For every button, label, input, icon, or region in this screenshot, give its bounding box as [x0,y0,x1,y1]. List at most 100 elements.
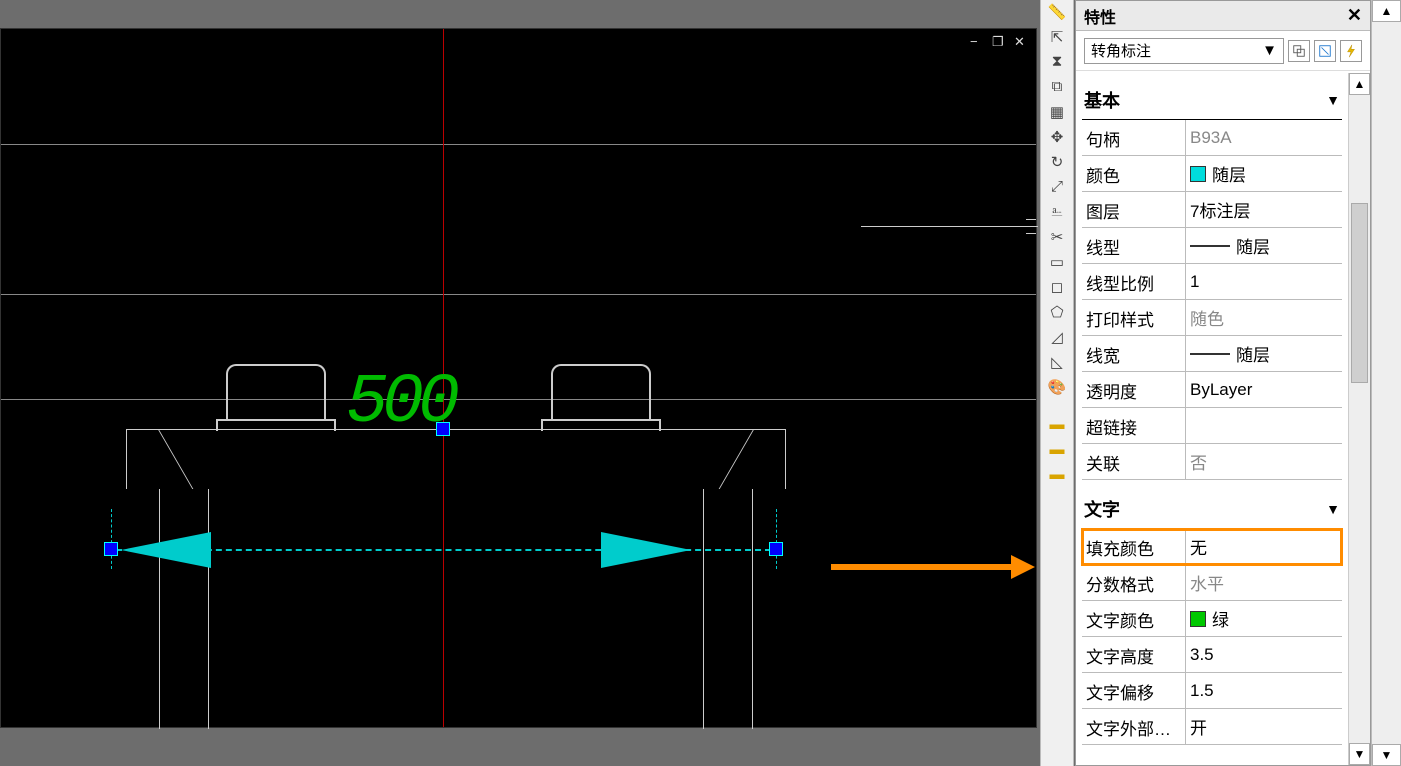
linetype-preview [1190,353,1230,355]
layer3-icon[interactable]: ▬ [1045,466,1069,488]
property-value[interactable]: 随层 [1186,336,1342,371]
property-row[interactable]: 图层7标注层 [1082,192,1342,228]
property-row[interactable]: 打印样式随色 [1082,300,1342,336]
close-button[interactable]: ✕ [1014,35,1028,49]
grip-left[interactable] [104,542,118,556]
property-value[interactable]: ByLayer [1186,372,1342,407]
toggle-pai-button[interactable] [1288,40,1310,62]
lightning-button[interactable] [1340,40,1362,62]
drawing-viewport[interactable]: − ❐ ✕ 500 [0,28,1037,728]
rect-icon[interactable]: ▭ [1045,253,1069,275]
desk-leg-left[interactable] [159,489,209,729]
layer2-icon[interactable]: ▬ [1045,441,1069,463]
property-value[interactable]: 随层 [1186,156,1342,191]
section-header[interactable]: 文字▼ [1082,490,1342,529]
property-key: 线型 [1082,228,1186,263]
property-value[interactable]: 1.5 [1186,673,1342,708]
minimize-button[interactable]: − [970,35,984,49]
dim-extension-left[interactable] [111,509,112,569]
desk-top[interactable] [126,429,786,489]
property-row[interactable]: 文字高度3.5 [1082,637,1342,673]
property-value[interactable]: 随层 [1186,228,1342,263]
property-key: 文字偏移 [1082,673,1186,708]
construction-line[interactable] [1,399,1036,400]
property-row[interactable]: 分数格式水平 [1082,565,1342,601]
properties-scrollbar[interactable]: ▲ ▼ [1348,73,1370,765]
quick-select-button[interactable] [1314,40,1336,62]
outer-scroll-down[interactable]: ▼ [1372,744,1401,766]
tool-column: 📏 ⇱ ⧗ ⧉ ▦ ✥ ↻ ⤢ ⎁ ✂ ▭ ◻ ⬠ ◿ ◺ 🎨 ▬ ▬ ▬ [1040,0,1074,766]
dim-arrow-right[interactable] [601,532,691,568]
property-value-text: 随色 [1190,305,1224,330]
angle2-icon[interactable]: ◺ [1045,353,1069,375]
object-type-value: 转角标注 [1091,40,1151,61]
layer1-icon[interactable]: ▬ [1045,416,1069,438]
scale-icon[interactable]: ⤢ [1045,178,1069,200]
chain-icon[interactable]: ⧉ [1045,78,1069,100]
property-row[interactable]: 填充颜色无 [1082,529,1342,565]
properties-panel: 特性 ✕ 转角标注 ▼ 基本▼句柄B93A颜色随层图层7标注层线型随层线型比例1… [1075,0,1371,766]
construction-line[interactable] [1,144,1036,145]
property-value-text: 3.5 [1190,645,1214,665]
property-key: 打印样式 [1082,300,1186,335]
property-row[interactable]: 超链接 [1082,408,1342,444]
grip-text[interactable] [436,422,450,436]
grid-icon[interactable]: ▦ [1045,103,1069,125]
property-value[interactable]: 开 [1186,709,1342,744]
property-row[interactable]: 文字颜色绿 [1082,601,1342,637]
property-row[interactable]: 线型随层 [1082,228,1342,264]
property-row[interactable]: 线型比例1 [1082,264,1342,300]
property-value[interactable]: 水平 [1186,565,1342,600]
property-row[interactable]: 颜色随层 [1082,156,1342,192]
scroll-thumb[interactable] [1351,203,1368,383]
outer-scroll-up[interactable]: ▲ [1372,0,1401,22]
scroll-down-button[interactable]: ▼ [1349,743,1370,765]
property-row[interactable]: 关联否 [1082,444,1342,480]
poly-icon[interactable]: ⬠ [1045,303,1069,325]
object-type-select[interactable]: 转角标注 ▼ [1084,38,1284,64]
property-key: 关联 [1082,444,1186,479]
property-value[interactable]: 1 [1186,264,1342,299]
property-value-text: 水平 [1190,570,1224,595]
mirror-icon[interactable]: ⧗ [1045,53,1069,75]
grip-right[interactable] [769,542,783,556]
section-header[interactable]: 基本▼ [1082,81,1342,120]
dim-extension-right[interactable] [776,509,777,569]
select-icon[interactable]: ⇱ [1045,28,1069,50]
property-value-text: 否 [1190,449,1207,474]
rotate-icon[interactable]: ↻ [1045,153,1069,175]
property-row[interactable]: 线宽随层 [1082,336,1342,372]
property-row[interactable]: 透明度ByLayer [1082,372,1342,408]
property-value[interactable]: 无 [1186,529,1342,564]
construction-line[interactable] [1,294,1036,295]
property-value[interactable]: 7标注层 [1186,192,1342,227]
scroll-up-button[interactable]: ▲ [1349,73,1370,95]
section-title: 基本 [1084,87,1120,113]
property-value-text: 绿 [1212,606,1229,631]
property-value[interactable]: B93A [1186,120,1342,155]
box-icon[interactable]: ◻ [1045,278,1069,300]
property-row[interactable]: 文字外部对...开 [1082,709,1342,745]
property-value[interactable]: 绿 [1186,601,1342,636]
measure-icon[interactable]: 📏 [1045,3,1069,25]
property-value[interactable]: 3.5 [1186,637,1342,672]
restore-button[interactable]: ❐ [992,35,1006,49]
property-value[interactable]: 随色 [1186,300,1342,335]
dim-arrow-left[interactable] [121,532,211,568]
property-key: 文字外部对... [1082,709,1186,744]
move-icon[interactable]: ✥ [1045,128,1069,150]
property-value[interactable] [1186,408,1342,443]
property-row[interactable]: 句柄B93A [1082,120,1342,156]
angle-icon[interactable]: ◿ [1045,328,1069,350]
property-value[interactable]: 否 [1186,444,1342,479]
property-row[interactable]: 文字偏移1.5 [1082,673,1342,709]
desk-leg-right[interactable] [703,489,753,729]
outer-scrollbar[interactable]: ▲ ▼ [1371,0,1401,766]
trim-icon[interactable]: ✂ [1045,228,1069,250]
color-swatch [1190,611,1206,627]
tick-mark[interactable] [1026,219,1036,234]
line-segment[interactable] [861,226,1038,227]
paint-icon[interactable]: 🎨 [1045,378,1069,400]
panel-close-button[interactable]: ✕ [1347,5,1362,26]
align-icon[interactable]: ⎁ [1045,203,1069,225]
